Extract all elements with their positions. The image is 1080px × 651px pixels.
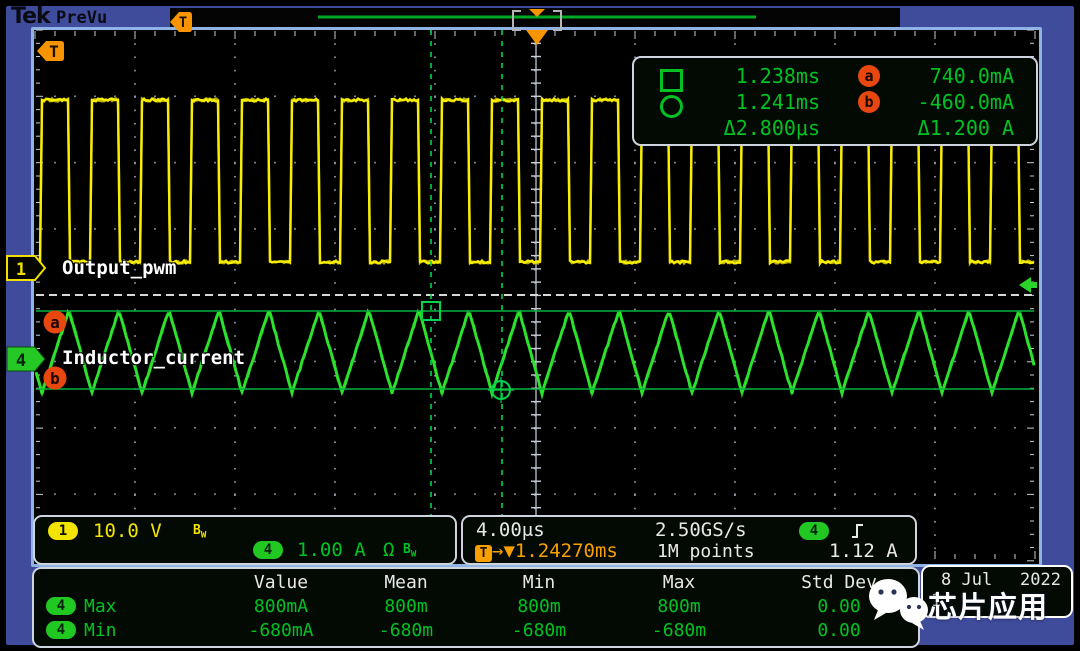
trigger-position-readout: T→▼1.24270ms — [475, 540, 618, 562]
trigger-source-badge: 4 — [799, 522, 829, 540]
cursor-b-circle-icon — [660, 95, 683, 118]
cursor-readout-box: 1.238ms a 740.0mA 1.241ms b -460.0mA Δ2.… — [632, 56, 1038, 146]
meas-cell: 800m — [619, 596, 739, 617]
cursor-b-value: -460.0mA — [882, 90, 1014, 114]
meas-cell: 800m — [479, 596, 599, 617]
acquisition-status: PreVu — [56, 8, 107, 28]
col-header-min: Min — [479, 572, 599, 593]
ch4-scale: 1.00 A — [297, 539, 366, 561]
ch4-coupling-icon: Ω — [383, 539, 394, 561]
meas-row-badge: 4 — [46, 621, 76, 639]
cursor-a-badge: a — [858, 65, 880, 87]
timebase-readout: 4.00μs — [476, 519, 545, 541]
meas-row-name: Min — [84, 620, 117, 641]
cursor-b-time: 1.241ms — [692, 90, 820, 114]
cursor-a-time: 1.238ms — [692, 64, 820, 88]
wechat-icon — [866, 572, 936, 636]
ch4-waveform-label: Inductor_current — [62, 347, 245, 369]
meas-cell: 800m — [346, 596, 466, 617]
meas-cell: -680m — [479, 620, 599, 641]
ch4-badge[interactable]: 4 — [253, 541, 283, 559]
cursor-a-square-icon — [660, 69, 683, 92]
col-header-max: Max — [619, 572, 739, 593]
cursor-delta-value: Δ1.200 A — [864, 116, 1014, 140]
tek-logo: Tek — [11, 4, 50, 29]
meas-cell: -680mA — [221, 620, 341, 641]
cursor-delta-time: Δ2.800μs — [692, 116, 820, 140]
meas-cell: -680m — [619, 620, 739, 641]
col-header-value: Value — [221, 572, 341, 593]
cursor-b-badge: b — [858, 91, 880, 113]
sample-rate-readout: 2.50GS/s — [655, 519, 747, 541]
ch1-badge[interactable]: 1 — [48, 522, 78, 540]
col-header-mean: Mean — [346, 572, 466, 593]
trigger-level-readout: 1.12 A — [829, 540, 898, 562]
watermark-text: 芯片应用 — [928, 584, 1048, 626]
record-length-readout: 1M points — [657, 541, 755, 562]
ch1-scale: 10.0 V — [93, 520, 162, 542]
measurement-table: Value Mean Min Max Std Dev 4 Max 800mA 8… — [32, 567, 920, 648]
cursor-a-value: 740.0mA — [882, 64, 1014, 88]
channel-readout-box[interactable]: 1 10.0 V BW 4 1.00 A Ω BW — [33, 515, 457, 565]
meas-row-name: Max — [84, 596, 117, 617]
rising-edge-icon — [849, 521, 867, 541]
ch1-bandwidth-icon: BW — [193, 523, 206, 541]
trigger-t-icon: T — [475, 545, 492, 562]
meas-cell: -680m — [346, 620, 466, 641]
meas-cell: 800mA — [221, 596, 341, 617]
horizontal-trigger-box[interactable]: 4.00μs 2.50GS/s 4 T→▼1.24270ms 1M points… — [461, 515, 917, 565]
ch4-bandwidth-icon: BW — [403, 542, 416, 560]
ch1-waveform-label: Output_pwm — [62, 257, 176, 279]
meas-row-badge: 4 — [46, 597, 76, 615]
